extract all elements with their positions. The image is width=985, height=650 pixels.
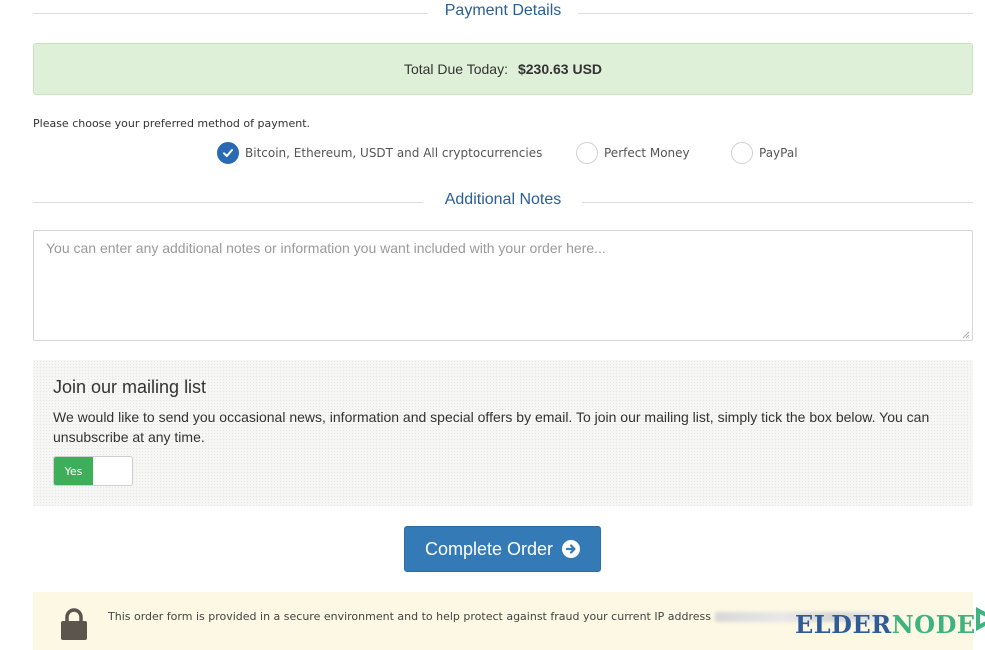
arrow-circle-right-icon (562, 540, 581, 558)
payment-option-label: Bitcoin, Ethereum, USDT and All cryptocu… (245, 146, 543, 160)
additional-notes-heading: Additional Notes (33, 191, 973, 215)
radio-checked-icon[interactable] (217, 142, 239, 164)
lock-icon (61, 608, 87, 640)
eldernode-logo: ELDERNODE (795, 604, 985, 644)
checkmark-icon (223, 149, 233, 157)
play-triangle-icon (975, 607, 985, 631)
logo-word-part1: ELDER (795, 609, 892, 639)
payment-option-paypal[interactable]: PayPal (731, 142, 798, 164)
mailing-list-panel: Join our mailing list We would like to s… (33, 360, 973, 506)
payment-details-title: Payment Details (444, 2, 562, 19)
radio-unchecked-icon[interactable] (576, 142, 598, 164)
payment-option-label: PayPal (759, 146, 798, 160)
payment-option-crypto[interactable]: Bitcoin, Ethereum, USDT and All cryptocu… (217, 142, 542, 164)
additional-notes-title: Additional Notes (444, 191, 562, 208)
mailing-list-heading: Join our mailing list (53, 377, 207, 397)
mailing-list-description: We would like to send you occasional new… (53, 409, 930, 445)
total-due-box: Total Due Today: $230.63 USD (33, 43, 973, 95)
payment-option-label: Perfect Money (604, 146, 690, 160)
secure-notice-message: This order form is provided in a secure … (108, 610, 711, 623)
complete-order-button[interactable]: Complete Order (404, 526, 601, 572)
total-due-label: Total Due Today: (403, 61, 508, 77)
secure-notice-text: This order form is provided in a secure … (108, 610, 885, 623)
toggle-on-label: Yes (54, 457, 93, 485)
logo-word-part2: NODE (891, 609, 976, 639)
payment-option-perfect-money[interactable]: Perfect Money (576, 142, 690, 164)
radio-unchecked-icon[interactable] (731, 142, 753, 164)
payment-details-heading: Payment Details (33, 2, 973, 26)
additional-notes-textarea[interactable] (33, 230, 973, 341)
mailing-list-toggle[interactable]: Yes (53, 456, 133, 486)
payment-method-prompt: Please choose your preferred method of p… (33, 117, 310, 130)
total-due-amount: $230.63 USD (517, 61, 603, 77)
complete-order-label: Complete Order (424, 538, 554, 559)
logo-wordmark: ELDERNODE (795, 610, 976, 639)
resize-grip-icon[interactable] (962, 331, 970, 339)
